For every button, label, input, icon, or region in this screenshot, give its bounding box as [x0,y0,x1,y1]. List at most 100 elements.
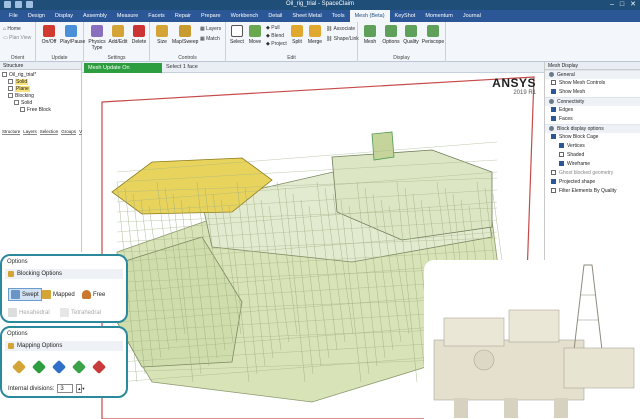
option-row[interactable]: Projected shape [545,178,640,187]
checkbox[interactable] [551,188,556,194]
tab-measure[interactable]: Measure [112,10,143,22]
option-row[interactable]: Faces [545,115,640,124]
checkbox[interactable] [551,80,556,86]
tab-sheet-metal[interactable]: Sheet Metal [287,10,326,22]
swept-option[interactable]: Swept [8,288,42,301]
panel-tab-layers[interactable]: Layers [23,129,37,135]
title-bar: Oil_rig_trial - SpaceClaim – □ ✕ [0,0,640,10]
option-row[interactable]: Show Mesh [545,88,640,97]
option-row[interactable]: Filter Elements By Quality [545,187,640,196]
checkbox[interactable] [559,152,564,158]
mapping-type-1-icon[interactable] [11,359,27,375]
map-sweep-button[interactable]: Map/Sweep [172,25,198,45]
checkbox[interactable] [551,116,556,122]
checkbox[interactable] [551,170,556,176]
match-button[interactable]: ▦ Match [200,36,220,42]
tab-prepare[interactable]: Prepare [196,10,226,22]
shape-link-button[interactable]: ⛓ Shape/Link [326,36,359,42]
onoff-button[interactable]: On/Off [38,25,60,45]
tree-node[interactable]: Plane [2,86,51,93]
option-row[interactable]: Vertices [545,142,640,151]
visibility-checkbox[interactable] [8,79,13,85]
tree-node[interactable]: Solid [2,79,51,86]
tree-node[interactable]: Oil_rig_trial* [2,72,51,79]
section-header[interactable]: General [545,70,640,79]
option-row[interactable]: Show Block Cage [545,133,640,142]
panel-tab-groups[interactable]: Groups [61,129,77,135]
options-button[interactable]: Options [380,25,402,45]
visibility-checkbox[interactable] [8,86,13,92]
play-pause-button[interactable]: Play/Pause [60,25,85,45]
mapping-type-4-icon[interactable] [71,359,87,375]
home-button[interactable]: ⌂ Home [3,26,21,32]
tab-keyshot[interactable]: KeyShot [390,10,421,22]
free-option[interactable]: Free [82,290,105,299]
internal-divisions-spinner[interactable]: ▲▼ [76,384,85,393]
associate-button[interactable]: ⛓ Associate [326,26,355,32]
tab-mesh-beta[interactable]: Mesh (Beta) [349,10,390,22]
minimize-button[interactable]: – [610,1,614,9]
mapping-type-2-icon[interactable] [31,359,47,375]
physics-type-button[interactable]: Physics Type [86,25,108,51]
tab-tools[interactable]: Tools [327,10,350,22]
internal-divisions-input[interactable]: 3 [57,384,74,393]
checkbox[interactable] [559,161,564,167]
mapping-type-5-icon[interactable] [91,359,107,375]
tab-assembly[interactable]: Assembly [78,10,112,22]
mesh-button[interactable]: Mesh [359,25,381,45]
checkbox[interactable] [559,143,564,149]
mesh-update-tab[interactable]: Mesh Update On [84,63,162,73]
panel-tab-structure[interactable]: Structure [2,129,21,135]
tower[interactable] [371,131,395,161]
visibility-checkbox[interactable] [14,100,19,106]
project-button[interactable]: ◆ Project [266,41,287,47]
quality-button[interactable]: Quality [400,25,422,45]
tab-momentum[interactable]: Momentum [420,10,458,22]
tab-file[interactable]: File [4,10,23,22]
layers-button[interactable]: ▦ Layers [200,26,221,32]
add-edit-button[interactable]: Add/Edit [107,25,129,45]
tree-node[interactable]: Solid [2,100,51,107]
merge-button[interactable]: Merge [304,25,326,45]
periscope-button[interactable]: Periscope [421,25,445,45]
hexahedral-option[interactable]: Hexahedral [8,308,50,317]
size-button[interactable]: Size [151,25,173,45]
option-row[interactable]: Shaded [545,151,640,160]
section-header[interactable]: Block display options [545,124,640,133]
checkbox[interactable] [551,134,556,140]
section-header[interactable]: Connectivity [545,97,640,106]
visibility-checkbox[interactable] [2,72,7,78]
tree-node[interactable]: Free Block [2,107,51,114]
plan-view-button[interactable]: ▭ Plan View [3,35,31,41]
checkbox[interactable] [551,179,556,185]
move-button[interactable]: Move [244,25,266,45]
tab-design[interactable]: Design [23,10,50,22]
tree-node[interactable]: Blocking [2,93,51,100]
option-row[interactable]: Ghost blocked geometry [545,169,640,178]
option-row[interactable]: Show Mesh Controls [545,79,640,88]
tab-facets[interactable]: Facets [143,10,170,22]
mesh-icon [364,25,376,37]
visibility-checkbox[interactable] [20,107,25,113]
pull-button[interactable]: ◆ Pull [266,25,280,31]
mesh-display-header: Mesh Display [545,62,640,70]
checkbox[interactable] [551,107,556,113]
close-button[interactable]: ✕ [630,1,636,9]
mapped-option[interactable]: Mapped [42,290,75,299]
option-row[interactable]: Wireframe [545,160,640,169]
tab-workbench[interactable]: Workbench [226,10,264,22]
blend-button[interactable]: ◆ Blend [266,33,284,39]
panel-tab-selection[interactable]: Selection [39,129,59,135]
option-row[interactable]: Edges [545,106,640,115]
tetrahedral-option[interactable]: Tetrahedral [60,308,101,317]
option-label: Show Mesh [559,89,586,95]
mapping-type-3-icon[interactable] [51,359,67,375]
visibility-checkbox[interactable] [8,93,13,99]
maximize-button[interactable]: □ [620,1,624,9]
tab-journal[interactable]: Journal [458,10,486,22]
tab-repair[interactable]: Repair [170,10,196,22]
tab-detail[interactable]: Detail [263,10,287,22]
tab-display[interactable]: Display [50,10,78,22]
checkbox[interactable] [551,89,556,95]
delete-button[interactable]: Delete [128,25,150,45]
